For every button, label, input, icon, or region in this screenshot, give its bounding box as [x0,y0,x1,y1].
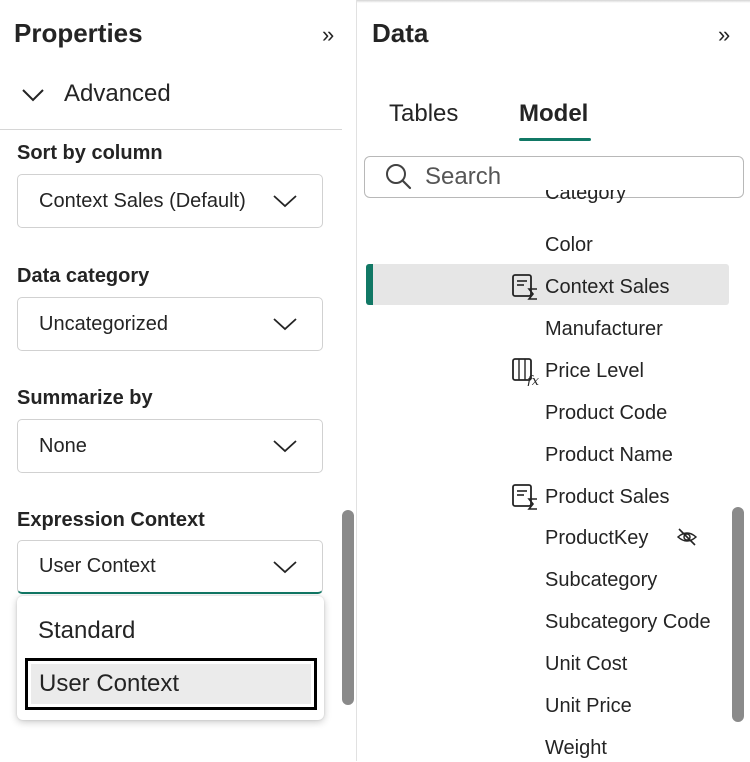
sort-by-column-label: Sort by column [17,142,163,164]
chevron-down-icon [273,440,297,453]
chevron-down-icon [273,195,297,208]
svg-text:fx: fx [526,374,540,386]
tab-tables[interactable]: Tables [389,100,458,128]
data-title: Data [372,18,429,48]
section-divider [0,129,342,130]
calculated-measure-icon [512,484,537,510]
collapse-data-icon[interactable]: » [718,22,730,48]
chevron-down-icon [273,560,297,573]
list-item-productkey[interactable]: ProductKey [545,524,648,552]
collapse-properties-icon[interactable]: » [322,22,334,48]
menu-option-highlight: User Context [31,664,311,704]
list-item-product-sales[interactable]: Product Sales [545,483,670,511]
search-icon [386,164,412,190]
list-item-color[interactable]: Color [545,231,593,259]
list-item-price-level[interactable]: Price Level [545,357,644,385]
expression-context-dropdown[interactable]: User Context [17,540,323,594]
tab-model[interactable]: Model [519,100,588,128]
data-pane-scrollbar[interactable] [732,507,744,722]
expression-context-value: User Context [39,555,156,577]
advanced-section-header[interactable]: Advanced [18,76,171,112]
properties-title: Properties [14,18,143,48]
list-item-product-code[interactable]: Product Code [545,399,667,427]
list-item-manufacturer[interactable]: Manufacturer [545,315,663,343]
list-item-context-sales[interactable]: Context Sales [545,273,670,301]
menu-option-standard[interactable]: Standard [25,606,317,656]
list-item-unit-price[interactable]: Unit Price [545,692,632,720]
summarize-by-value: None [39,434,87,457]
list-item-subcategory[interactable]: Subcategory [545,566,657,594]
menu-option-user-context[interactable]: User Context [25,658,317,710]
hidden-eye-icon [676,528,698,546]
list-item-product-name[interactable]: Product Name [545,441,673,469]
chevron-down-icon [22,89,44,102]
expression-context-label: Expression Context [17,509,205,531]
advanced-section-label: Advanced [64,80,171,107]
data-category-value: Uncategorized [39,312,168,335]
summarize-by-dropdown[interactable]: None [17,419,323,473]
calculated-column-icon: fx [512,358,540,386]
search-input[interactable] [423,162,727,192]
list-item-unit-cost[interactable]: Unit Cost [545,650,627,678]
list-item-partial[interactable]: Category [545,190,626,206]
summarize-by-label: Summarize by [17,387,153,409]
expression-context-menu: Standard User Context [17,596,324,720]
calculated-measure-icon [512,274,537,300]
list-item-weight[interactable]: Weight [545,734,607,762]
properties-scrollbar[interactable] [342,510,354,705]
data-category-label: Data category [17,265,150,287]
list-item-label: Category [545,190,627,204]
selected-row-indicator [366,264,373,305]
chevron-down-icon [273,318,297,331]
list-item-subcategory-code[interactable]: Subcategory Code [545,608,711,636]
active-tab-indicator [519,138,591,141]
menu-option-label: User Context [39,670,180,697]
menu-option-label: Standard [38,617,136,644]
sort-by-column-value: Context Sales (Default) [39,189,246,212]
sort-by-column-dropdown[interactable]: Context Sales (Default) [17,174,323,228]
pane-divider [356,0,357,761]
data-category-dropdown[interactable]: Uncategorized [17,297,323,351]
